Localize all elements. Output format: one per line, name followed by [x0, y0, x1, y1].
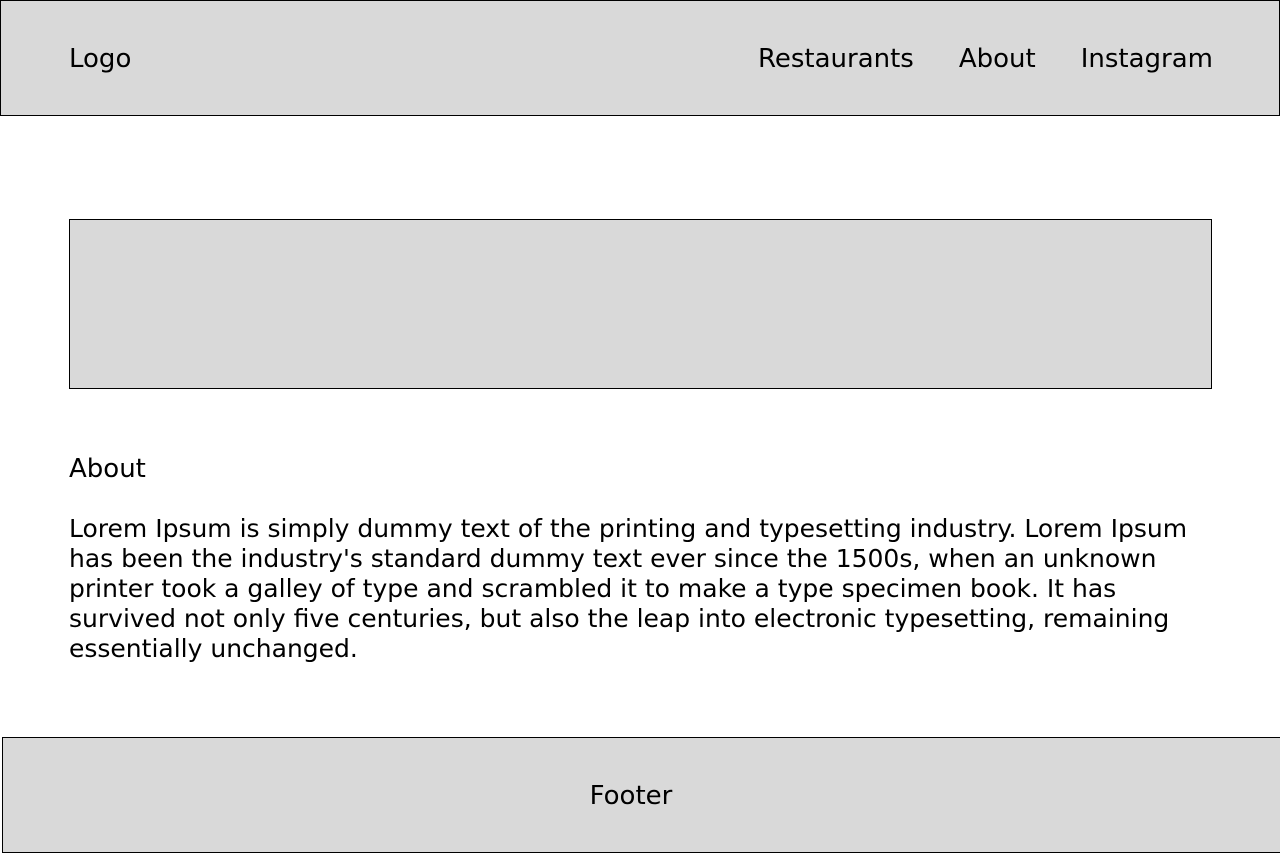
hero-image-placeholder	[69, 219, 1212, 389]
main-nav: Restaurants About Instagram	[758, 42, 1213, 76]
about-body-text: Lorem Ipsum is simply dummy text of the …	[69, 514, 1188, 663]
about-heading: About	[69, 454, 146, 484]
site-footer: Footer	[2, 737, 1280, 853]
footer-label: Footer	[589, 781, 673, 811]
nav-link-restaurants[interactable]: Restaurants	[758, 42, 914, 76]
nav-link-instagram[interactable]: Instagram	[1081, 42, 1213, 76]
logo[interactable]: Logo	[69, 42, 131, 76]
site-header: Logo Restaurants About Instagram	[0, 0, 1280, 116]
nav-link-about[interactable]: About	[959, 42, 1036, 76]
